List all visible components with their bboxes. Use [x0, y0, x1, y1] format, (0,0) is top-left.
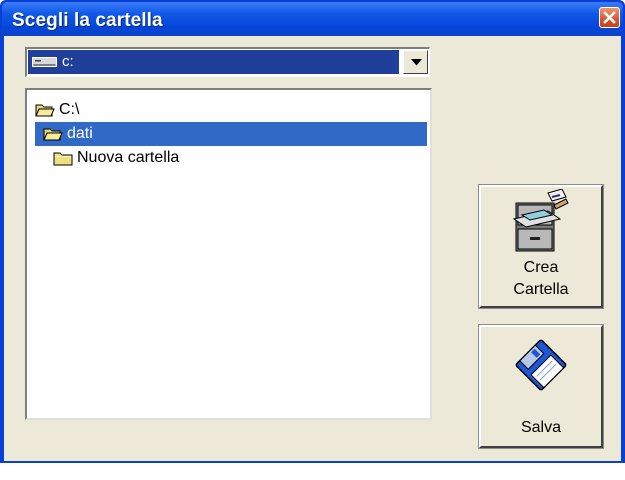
- hard-drive-icon: [32, 57, 57, 67]
- folder-tree[interactable]: C:\ dati Nuova cartella: [25, 88, 432, 420]
- create-folder-label-line1: Crea: [523, 259, 559, 276]
- create-folder-label-line2: Cartella: [513, 281, 569, 298]
- window-title: Scegli la cartella: [12, 10, 163, 31]
- folder-icon: [53, 152, 73, 166]
- floppy-disk-icon: [515, 339, 567, 391]
- tree-item-label: dati: [67, 125, 93, 142]
- open-folder-icon: [43, 128, 63, 141]
- chevron-down-icon: [411, 59, 422, 66]
- save-button[interactable]: Salva: [478, 324, 604, 449]
- drive-combo-selection: c:: [28, 50, 399, 74]
- tree-item-nuova-cartella[interactable]: Nuova cartella: [53, 146, 181, 170]
- close-button[interactable]: [599, 7, 620, 28]
- create-folder-button[interactable]: Crea Cartella: [478, 184, 604, 309]
- title-bar[interactable]: Scegli la cartella: [2, 2, 623, 36]
- close-icon: [603, 11, 616, 24]
- tree-item-root[interactable]: C:\: [35, 98, 81, 122]
- drive-combo-dropdown-button[interactable]: [403, 50, 428, 74]
- drive-combo[interactable]: c:: [25, 47, 430, 77]
- save-button-label: Salva: [520, 419, 562, 436]
- drive-combo-value: c:: [62, 53, 74, 70]
- tree-item-dati[interactable]: dati: [35, 122, 427, 146]
- open-folder-icon: [35, 104, 55, 117]
- tree-item-label: C:\: [59, 101, 80, 118]
- file-cabinet-icon: [512, 189, 569, 252]
- tree-item-label: Nuova cartella: [77, 149, 180, 166]
